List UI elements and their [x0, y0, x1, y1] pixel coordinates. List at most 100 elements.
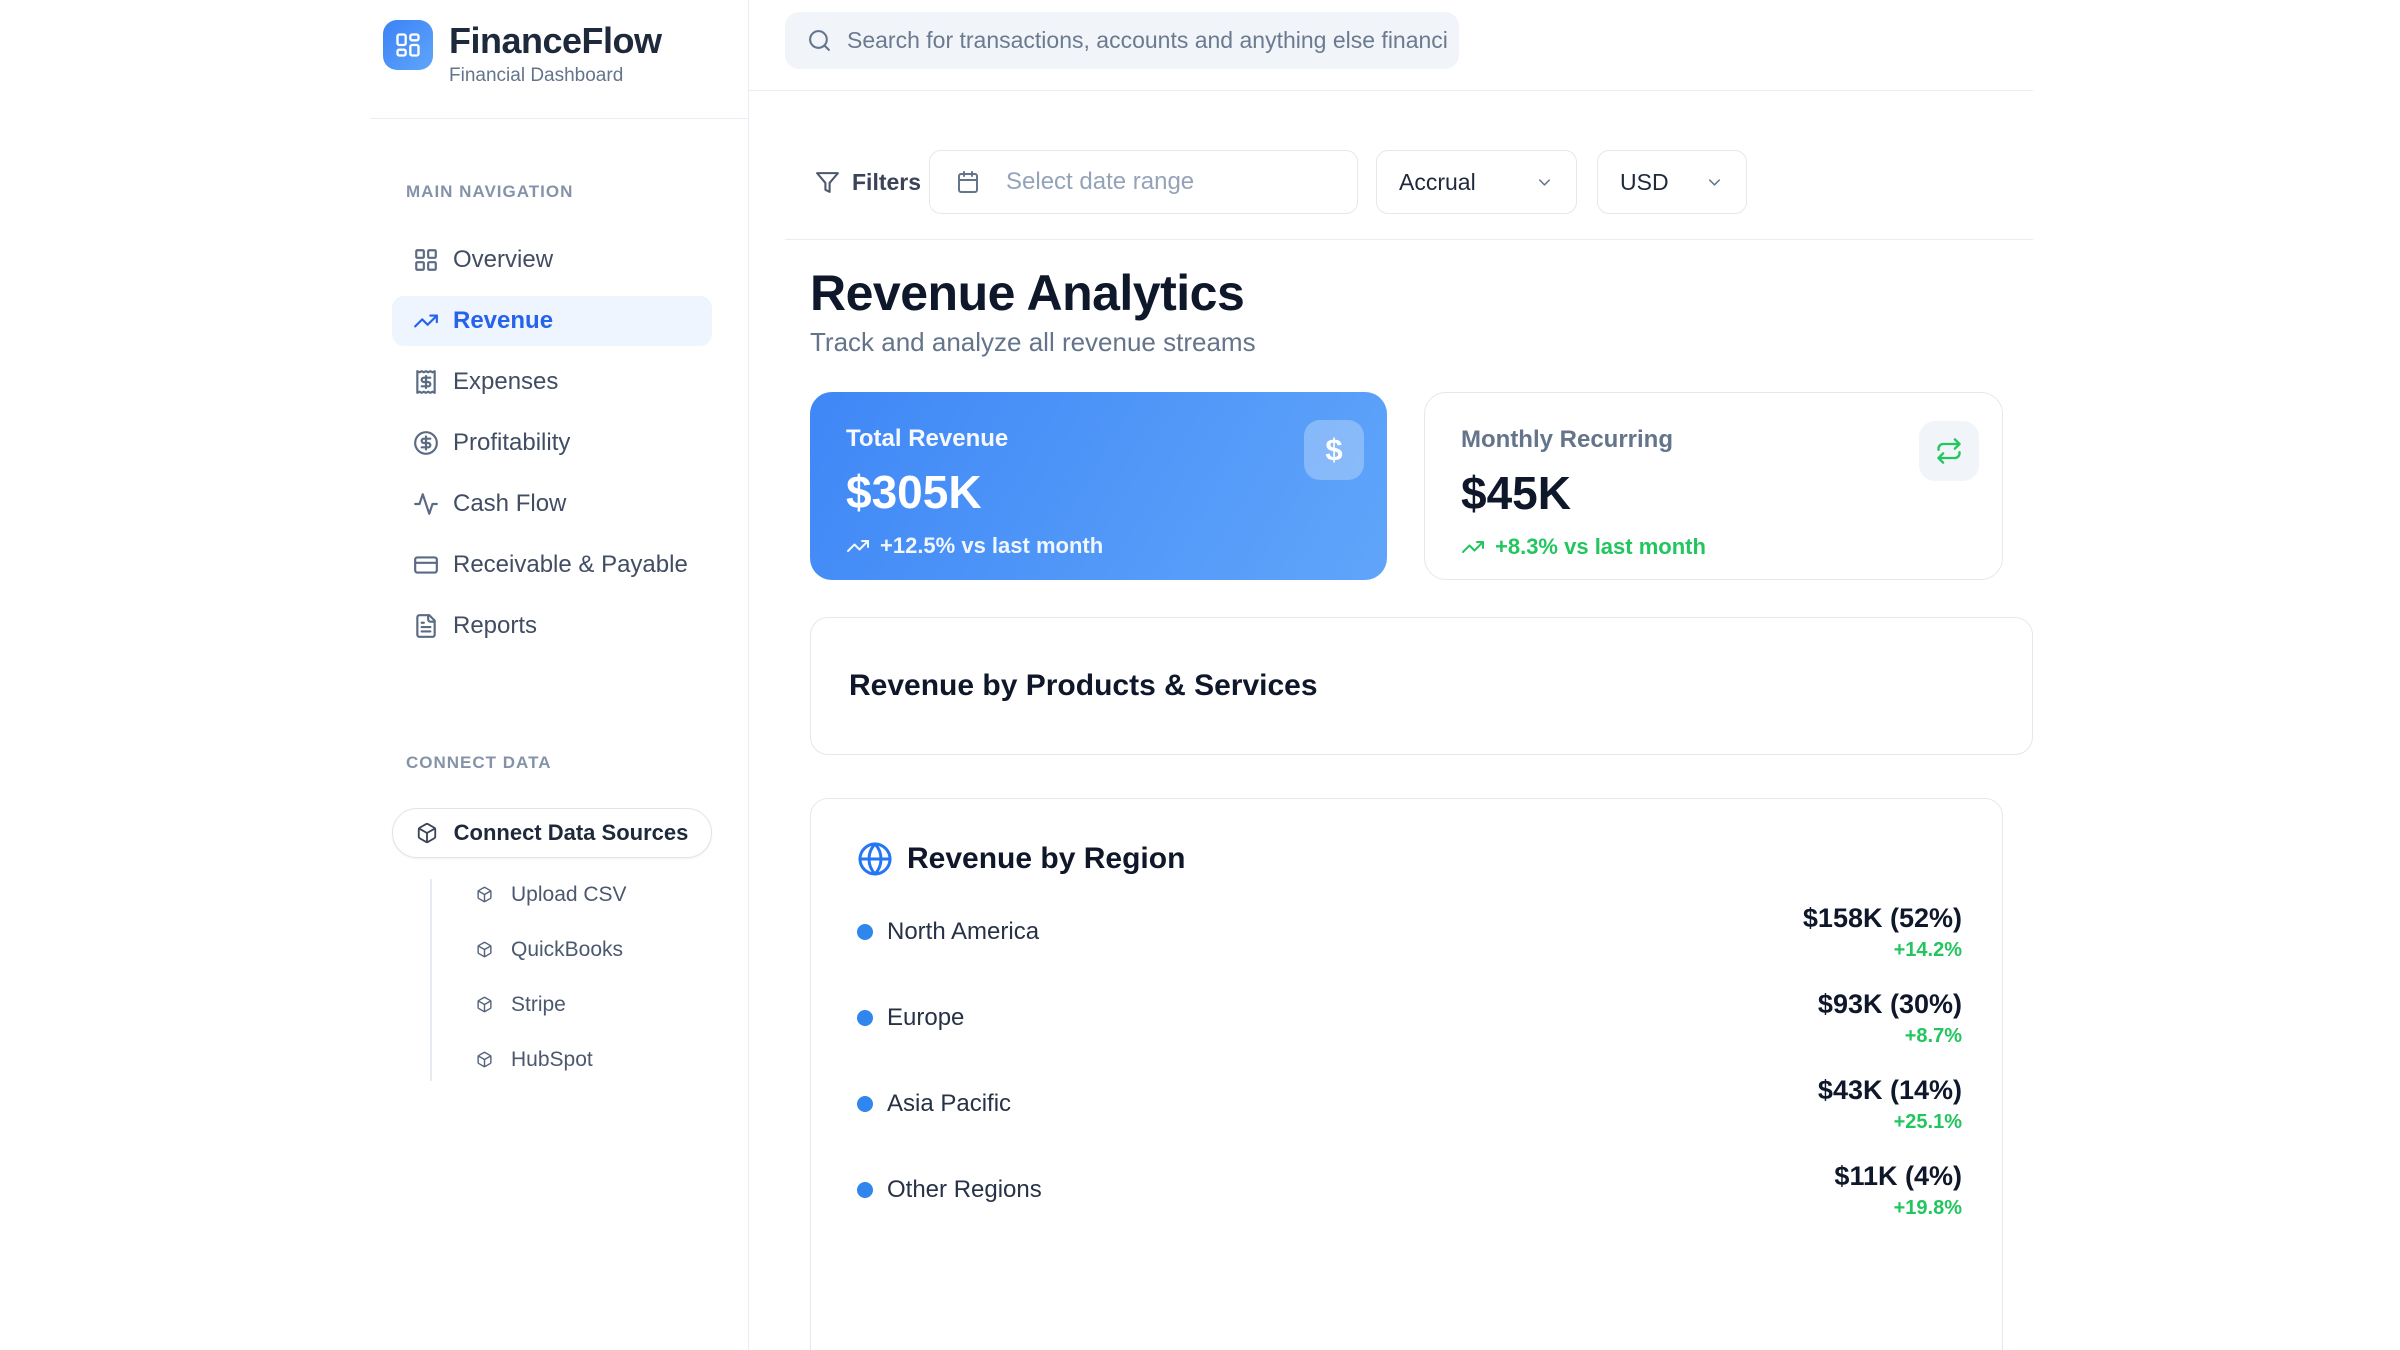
filters-divider — [785, 239, 2033, 240]
sidebar-item-label: Expenses — [453, 368, 558, 396]
trending-up-icon — [413, 308, 439, 334]
cube-icon — [476, 996, 493, 1013]
region-value: $93K (30%) — [1818, 989, 1962, 1019]
list-guide-line — [430, 879, 432, 1081]
brand-name: FinanceFlow — [449, 20, 662, 62]
circle-dollar-icon — [413, 430, 439, 456]
stat-value: $45K — [1461, 467, 1966, 519]
cube-icon — [476, 886, 493, 903]
region-row-other-regions: Other Regions $11K (4%) +19.8% — [857, 1147, 1962, 1233]
connect-section-header: CONNECT DATA — [406, 753, 551, 773]
layout-grid-icon — [413, 247, 439, 273]
sidebar-item-label: Receivable & Payable — [453, 551, 688, 579]
region-row-europe: Europe $93K (30%) +8.7% — [857, 975, 1962, 1061]
region-stats: $158K (52%) +14.2% — [1803, 903, 1962, 962]
trending-up-icon — [846, 534, 870, 558]
region-name: North America — [887, 918, 1039, 946]
globe-icon — [857, 841, 893, 877]
connect-item-quickbooks[interactable]: QuickBooks — [392, 922, 712, 977]
sidebar-item-revenue[interactable]: Revenue — [392, 296, 712, 346]
connect-item-label: HubSpot — [511, 1048, 593, 1072]
cube-icon — [476, 1051, 493, 1068]
currency-select[interactable]: USD — [1597, 150, 1747, 214]
dollar-badge-icon: $ — [1304, 420, 1364, 480]
region-row-north-america: North America $158K (52%) +14.2% — [857, 889, 1962, 975]
region-dot-icon — [857, 1096, 873, 1112]
region-value: $11K (4%) — [1834, 1161, 1962, 1191]
region-dot-icon — [857, 1182, 873, 1198]
currency-value: USD — [1620, 169, 1669, 196]
funnel-icon — [815, 170, 840, 195]
sidebar-item-cash-flow[interactable]: Cash Flow — [392, 479, 712, 529]
region-change: +14.2% — [1803, 939, 1962, 962]
trending-up-icon — [1461, 535, 1485, 559]
cube-icon — [416, 822, 438, 844]
sidebar-item-reports[interactable]: Reports — [392, 601, 712, 651]
connect-data-sources-button[interactable]: Connect Data Sources — [392, 808, 712, 858]
stat-label: Total Revenue — [846, 425, 1351, 453]
app-logo-icon — [383, 20, 433, 70]
connect-sources-list: Upload CSV QuickBooks Stripe HubSpot — [392, 867, 712, 1087]
receipt-icon — [413, 369, 439, 395]
connect-item-hubspot[interactable]: HubSpot — [392, 1032, 712, 1087]
sidebar-item-label: Profitability — [453, 429, 570, 457]
region-label-group: Asia Pacific — [857, 1090, 1011, 1118]
main-content: Filters Select date range Accrual USD Re… — [749, 0, 2033, 1350]
connect-item-label: QuickBooks — [511, 938, 623, 962]
sidebar-item-profitability[interactable]: Profitability — [392, 418, 712, 468]
products-section-title: Revenue by Products & Services — [849, 669, 1318, 703]
revenue-by-region-card: Revenue by Region North America $158K (5… — [810, 798, 2003, 1350]
sidebar: FinanceFlow Financial Dashboard MAIN NAV… — [370, 0, 749, 1350]
accounting-basis-select[interactable]: Accrual — [1376, 150, 1577, 214]
sidebar-item-receivable-payable[interactable]: Receivable & Payable — [392, 540, 712, 590]
chevron-down-icon — [1705, 173, 1724, 192]
calendar-icon — [956, 170, 980, 194]
global-search — [785, 12, 1459, 69]
region-stats: $43K (14%) +25.1% — [1818, 1075, 1962, 1134]
connect-item-label: Stripe — [511, 993, 566, 1017]
sidebar-item-label: Reports — [453, 612, 537, 640]
region-name: Europe — [887, 1004, 964, 1032]
accounting-basis-value: Accrual — [1399, 169, 1476, 196]
stat-label: Monthly Recurring — [1461, 426, 1966, 454]
region-card-header: Revenue by Region — [857, 841, 1185, 877]
date-range-placeholder: Select date range — [1006, 168, 1194, 196]
region-label-group: North America — [857, 918, 1039, 946]
sidebar-item-overview[interactable]: Overview — [392, 235, 712, 285]
search-input[interactable] — [847, 12, 1447, 69]
dollar-glyph: $ — [1325, 432, 1342, 468]
stat-trend-text: +8.3% vs last month — [1495, 534, 1706, 560]
region-stats: $11K (4%) +19.8% — [1834, 1161, 1962, 1220]
date-range-picker[interactable]: Select date range — [929, 150, 1358, 214]
region-label-group: Other Regions — [857, 1176, 1042, 1204]
page-title: Revenue Analytics — [810, 264, 1244, 322]
revenue-by-products-card: Revenue by Products & Services — [810, 617, 2033, 755]
brand-tagline: Financial Dashboard — [449, 65, 662, 87]
stat-trend: +8.3% vs last month — [1461, 534, 1966, 560]
page-subtitle: Track and analyze all revenue streams — [810, 327, 1256, 358]
region-value: $158K (52%) — [1803, 903, 1962, 933]
region-change: +25.1% — [1818, 1111, 1962, 1134]
region-label-group: Europe — [857, 1004, 964, 1032]
repeat-badge-icon — [1919, 421, 1979, 481]
app-root: FinanceFlow Financial Dashboard MAIN NAV… — [0, 0, 2400, 1350]
region-change: +19.8% — [1834, 1197, 1962, 1220]
monthly-recurring-card: Monthly Recurring $45K +8.3% vs last mon… — [1424, 392, 2003, 580]
file-text-icon — [413, 613, 439, 639]
sidebar-item-label: Cash Flow — [453, 490, 566, 518]
main-navigation: Overview Revenue Expenses Profitability — [392, 235, 712, 662]
sidebar-item-expenses[interactable]: Expenses — [392, 357, 712, 407]
region-dot-icon — [857, 924, 873, 940]
credit-card-icon — [413, 552, 439, 578]
cube-icon — [476, 941, 493, 958]
connect-button-label: Connect Data Sources — [454, 820, 689, 846]
brand: FinanceFlow Financial Dashboard — [383, 20, 662, 87]
filters-button[interactable]: Filters — [815, 150, 921, 214]
region-dot-icon — [857, 1010, 873, 1026]
connect-item-upload-csv[interactable]: Upload CSV — [392, 867, 712, 922]
total-revenue-card: Total Revenue $305K +12.5% vs last month… — [810, 392, 1387, 580]
stat-trend-text: +12.5% vs last month — [880, 533, 1103, 559]
region-list: North America $158K (52%) +14.2% Europe … — [857, 889, 1962, 1233]
search-icon — [807, 28, 832, 53]
connect-item-stripe[interactable]: Stripe — [392, 977, 712, 1032]
